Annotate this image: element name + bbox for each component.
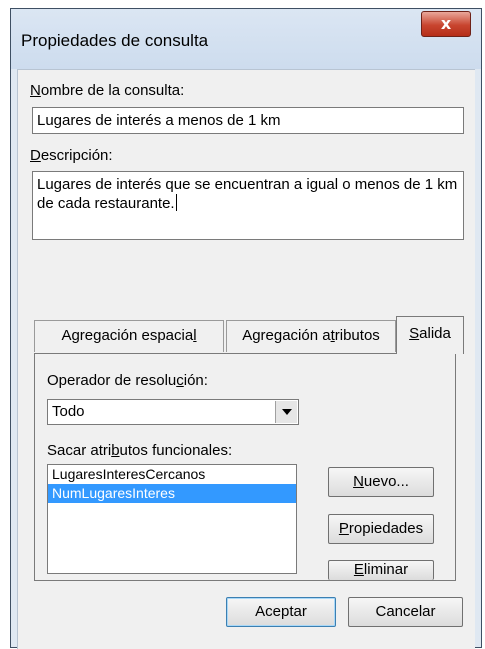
title-bar[interactable]: Propiedades de consulta x [11, 9, 481, 69]
resolution-operator-label: Operador de resolución: [47, 372, 208, 389]
dialog-client: Nombre de la consulta: Lugares de interé… [17, 69, 475, 649]
list-item[interactable]: LugaresInteresCercanos [48, 465, 296, 484]
close-icon: x [440, 14, 452, 33]
list-item-selected[interactable]: NumLugaresInteres [48, 484, 296, 503]
window-title: Propiedades de consulta [21, 31, 209, 50]
query-name-input[interactable]: Lugares de interés a menos de 1 km [32, 107, 464, 134]
accept-button[interactable]: Aceptar [226, 597, 336, 627]
resolution-operator-select[interactable]: Todo [47, 399, 299, 425]
description-label: Descripción: [30, 147, 113, 164]
new-button[interactable]: Nuevo... [328, 467, 434, 497]
delete-button[interactable]: Eliminar [328, 560, 434, 580]
tab-output[interactable]: Salida [396, 316, 464, 354]
description-input[interactable]: Lugares de interés que se encuentran a i… [32, 171, 464, 240]
cancel-button[interactable]: Cancelar [348, 597, 463, 627]
text-caret [175, 194, 177, 211]
chevron-down-icon[interactable] [275, 401, 297, 423]
close-button[interactable]: x [421, 11, 471, 37]
query-name-label: Nombre de la consulta: [30, 82, 185, 99]
tab-attribute-aggregation[interactable]: Agregación atributos [226, 320, 396, 352]
dialog-window: Propiedades de consulta x Nombre de la c… [10, 8, 482, 649]
properties-button[interactable]: Propiedades [328, 514, 434, 544]
functional-attributes-label: Sacar atributos funcionales: [47, 442, 233, 459]
functional-attributes-list[interactable]: LugaresInteresCercanos NumLugaresInteres [47, 464, 297, 574]
output-tab-panel: Operador de resolución: Todo Sacar atrib… [34, 353, 456, 581]
tab-spatial-aggregation[interactable]: Agregación espacial [34, 320, 224, 352]
